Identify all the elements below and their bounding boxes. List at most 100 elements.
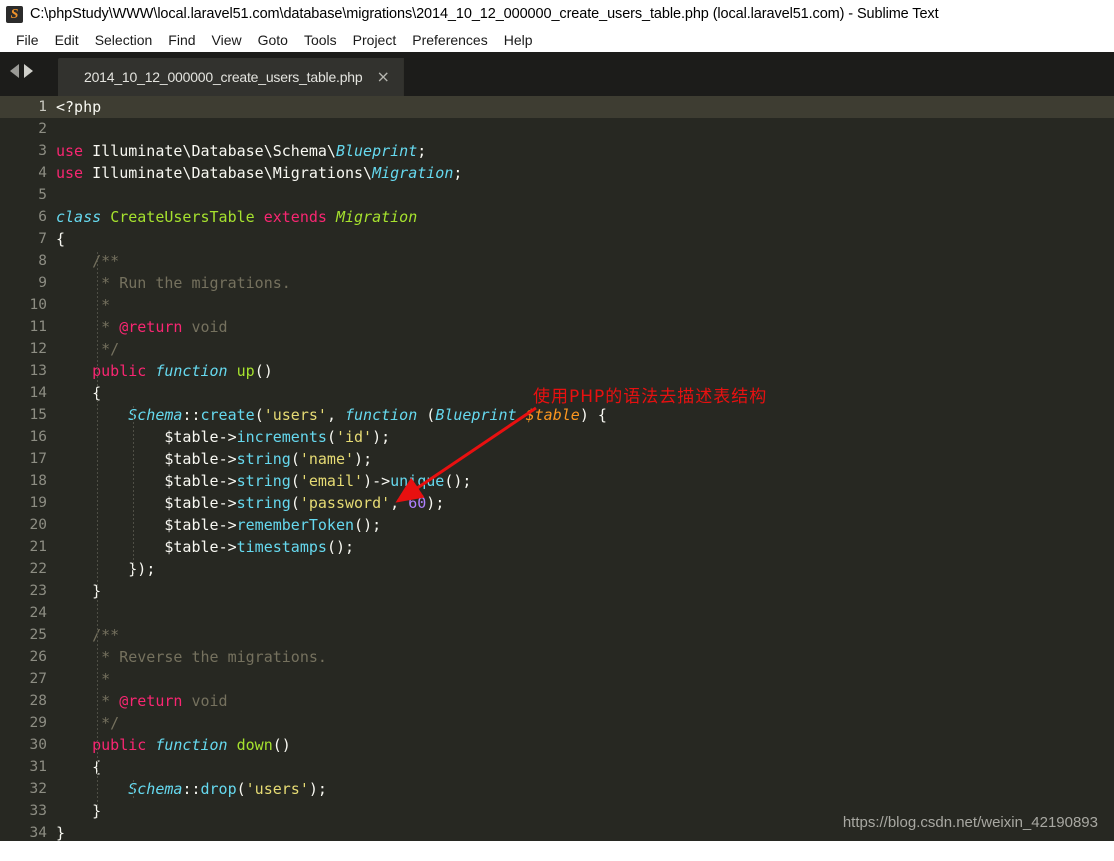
line-content: * @return void bbox=[101, 692, 228, 710]
menu-item-file[interactable]: File bbox=[8, 31, 47, 49]
line-number: 32 bbox=[29, 781, 47, 797]
tab-next-arrow-icon[interactable] bbox=[24, 64, 33, 78]
menu-item-help[interactable]: Help bbox=[496, 31, 541, 49]
code-editor[interactable]: 1 <?php 2 3 use Illuminate\Database\Schema\B… bbox=[0, 96, 1114, 841]
line-number: 3 bbox=[38, 143, 47, 159]
line-number: 6 bbox=[38, 209, 47, 225]
line-number: 30 bbox=[29, 737, 47, 753]
code-line[interactable]: 22 }); bbox=[0, 558, 1114, 580]
tab-navigation bbox=[10, 64, 33, 78]
code-line[interactable]: 7{ bbox=[0, 228, 1114, 250]
line-content: * @return void bbox=[101, 318, 228, 336]
code-line[interactable]: 4 use Illuminate\Database\Migrations\Migr… bbox=[0, 162, 1114, 184]
code-line[interactable]: 3 use Illuminate\Database\Schema\Blueprin… bbox=[0, 140, 1114, 162]
line-content: public function down() bbox=[92, 736, 291, 754]
line-number: 26 bbox=[29, 649, 47, 665]
line-number: 21 bbox=[29, 539, 47, 555]
menu-item-find[interactable]: Find bbox=[160, 31, 203, 49]
code-line[interactable]: 26 * Reverse the migrations. bbox=[0, 646, 1114, 668]
code-line[interactable]: 12 */ bbox=[0, 338, 1114, 360]
code-line[interactable]: 1 <?php bbox=[0, 96, 1114, 118]
line-content: * bbox=[101, 670, 111, 688]
line-number: 12 bbox=[29, 341, 47, 357]
line-content: } bbox=[56, 580, 1114, 602]
line-number: 33 bbox=[29, 803, 47, 819]
line-number: 15 bbox=[29, 407, 47, 423]
line-number: 23 bbox=[29, 583, 47, 599]
code-line[interactable]: 23 } bbox=[0, 580, 1114, 602]
watermark: https://blog.csdn.net/weixin_42190893 bbox=[842, 814, 1098, 831]
line-content: * Reverse the migrations. bbox=[101, 648, 327, 666]
line-number: 19 bbox=[29, 495, 47, 511]
code-line[interactable]: 13 public function up() bbox=[0, 360, 1114, 382]
line-content: <?php bbox=[56, 98, 102, 116]
line-number: 10 bbox=[29, 297, 47, 313]
line-content: class CreateUsersTable extends Migration bbox=[56, 208, 418, 226]
indent-guide bbox=[97, 252, 99, 820]
code-line[interactable]: 11 * @return void bbox=[0, 316, 1114, 338]
line-number: 20 bbox=[29, 517, 47, 533]
code-line[interactable]: 20 $table->rememberToken(); bbox=[0, 514, 1114, 536]
code-line[interactable]: 24 bbox=[0, 602, 1114, 624]
code-line[interactable]: 15 Schema::create('users', function (Blu… bbox=[0, 404, 1114, 426]
code-line[interactable]: 32 Schema::drop('users'); bbox=[0, 778, 1114, 800]
menu-item-view[interactable]: View bbox=[204, 31, 250, 49]
sublime-text-icon: S bbox=[6, 5, 23, 23]
app-icon-glyph: S bbox=[10, 6, 19, 22]
line-content: Schema::create('users', function (Bluepr… bbox=[128, 406, 607, 424]
code-line[interactable]: 21 $table->timestamps(); bbox=[0, 536, 1114, 558]
menu-item-tools[interactable]: Tools bbox=[296, 31, 345, 49]
line-content: * bbox=[101, 296, 111, 314]
code-line[interactable]: 29 */ bbox=[0, 712, 1114, 734]
code-line[interactable]: 6 class CreateUsersTable extends Migratio… bbox=[0, 206, 1114, 228]
line-content: use Illuminate\Database\Migrations\Migra… bbox=[56, 164, 463, 182]
menu-item-project[interactable]: Project bbox=[345, 31, 405, 49]
code-line[interactable]: 8 /** bbox=[0, 250, 1114, 272]
line-number: 17 bbox=[29, 451, 47, 467]
code-line[interactable]: 31 { bbox=[0, 756, 1114, 778]
indent-guide bbox=[133, 406, 135, 578]
code-line[interactable]: 9 * Run the migrations. bbox=[0, 272, 1114, 294]
line-number: 7 bbox=[38, 231, 47, 247]
menu-item-preferences[interactable]: Preferences bbox=[404, 31, 495, 49]
menu-item-edit[interactable]: Edit bbox=[47, 31, 87, 49]
code-line[interactable]: 18 $table->string('email')->unique(); bbox=[0, 470, 1114, 492]
tab-label: 2014_10_12_000000_create_users_table.php bbox=[84, 69, 363, 85]
close-icon[interactable]: × bbox=[376, 69, 389, 85]
line-number: 22 bbox=[29, 561, 47, 577]
indent-guide bbox=[133, 780, 135, 798]
line-content: Schema::drop('users'); bbox=[128, 780, 327, 798]
tab-prev-arrow-icon[interactable] bbox=[10, 64, 19, 78]
tab-create-users-table[interactable]: 2014_10_12_000000_create_users_table.php… bbox=[58, 58, 404, 96]
line-number: 18 bbox=[29, 473, 47, 489]
code-lines: 1 <?php 2 3 use Illuminate\Database\Schema\B… bbox=[0, 96, 1114, 841]
line-number: 24 bbox=[29, 605, 47, 621]
code-line[interactable]: 2 bbox=[0, 118, 1114, 140]
line-number: 8 bbox=[38, 253, 47, 269]
line-content: */ bbox=[101, 340, 120, 358]
code-line[interactable]: 28 * @return void bbox=[0, 690, 1114, 712]
code-line[interactable]: 17 $table->string('name'); bbox=[0, 448, 1114, 470]
line-content: public function up() bbox=[92, 362, 273, 380]
line-number: 27 bbox=[29, 671, 47, 687]
code-line[interactable]: 19 $table->string('password', 60); bbox=[0, 492, 1114, 514]
line-number: 25 bbox=[29, 627, 47, 643]
annotation-text: 使用PHP的语法去描述表结构 bbox=[533, 387, 768, 407]
code-line[interactable]: 5 bbox=[0, 184, 1114, 206]
line-content: /** bbox=[92, 626, 120, 644]
line-content: }); bbox=[128, 560, 156, 578]
menu-item-goto[interactable]: Goto bbox=[250, 31, 296, 49]
line-content: $table->string('email')->unique(); bbox=[164, 472, 472, 490]
line-number: 1 bbox=[38, 99, 47, 115]
line-content: { bbox=[56, 230, 66, 248]
code-line[interactable]: 16 $table->increments('id'); bbox=[0, 426, 1114, 448]
code-line[interactable]: 25 /** bbox=[0, 624, 1114, 646]
line-number: 5 bbox=[38, 187, 47, 203]
window-title: C:\phpStudy\WWW\local.laravel51.com\data… bbox=[30, 6, 939, 22]
code-line[interactable]: 27 * bbox=[0, 668, 1114, 690]
code-line[interactable]: 30 public function down() bbox=[0, 734, 1114, 756]
code-line[interactable]: 10 * bbox=[0, 294, 1114, 316]
menu-item-selection[interactable]: Selection bbox=[87, 31, 161, 49]
line-content: */ bbox=[101, 714, 120, 732]
line-number: 14 bbox=[29, 385, 47, 401]
